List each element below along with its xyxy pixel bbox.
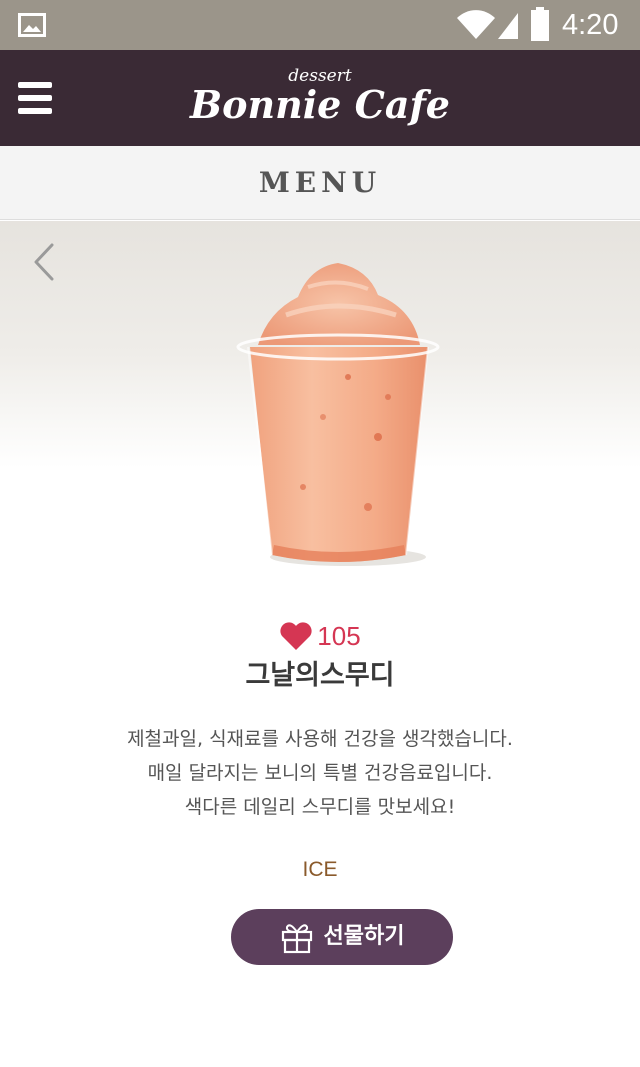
gift-icon (281, 924, 312, 954)
gift-button[interactable]: 선물하기 (231, 909, 453, 965)
description-line: 색다른 데일리 스무디를 맛보세요! (184, 796, 456, 818)
temperature-label: ICE (302, 858, 338, 881)
app-header: dessert Bonnie Cafe (0, 50, 640, 146)
likes: 105 (0, 618, 640, 654)
chevron-left-icon[interactable] (28, 239, 60, 285)
status-clock: 4:20 (562, 9, 619, 41)
product-description: 제철과일, 식재료를 사용해 건강을 생각했습니다. 매일 달라지는 보니의 특… (40, 722, 600, 824)
signal-icon (498, 13, 518, 39)
product-hero (0, 221, 640, 601)
battery-icon (531, 7, 549, 41)
page-title: MENU (258, 166, 382, 199)
section-bar: MENU (0, 146, 640, 220)
description-line: 매일 달라지는 보니의 특별 건강음료입니다. (147, 762, 493, 784)
smoothie-cup-image (236, 263, 440, 566)
product-name: 그날의스무디 (245, 660, 395, 691)
heart-icon[interactable] (279, 621, 313, 651)
gallery-icon (18, 13, 46, 37)
brand-logo[interactable]: dessert Bonnie Cafe (190, 66, 450, 134)
like-count: 105 (317, 621, 361, 651)
wifi-icon (457, 10, 495, 39)
description-line: 제철과일, 식재료를 사용해 건강을 생각했습니다. (127, 728, 513, 750)
status-bar: 4:20 (0, 0, 640, 50)
hamburger-menu-icon[interactable] (14, 78, 58, 118)
gift-button-label: 선물하기 (323, 924, 405, 949)
brand-logo-main: Bonnie Cafe (190, 82, 450, 127)
